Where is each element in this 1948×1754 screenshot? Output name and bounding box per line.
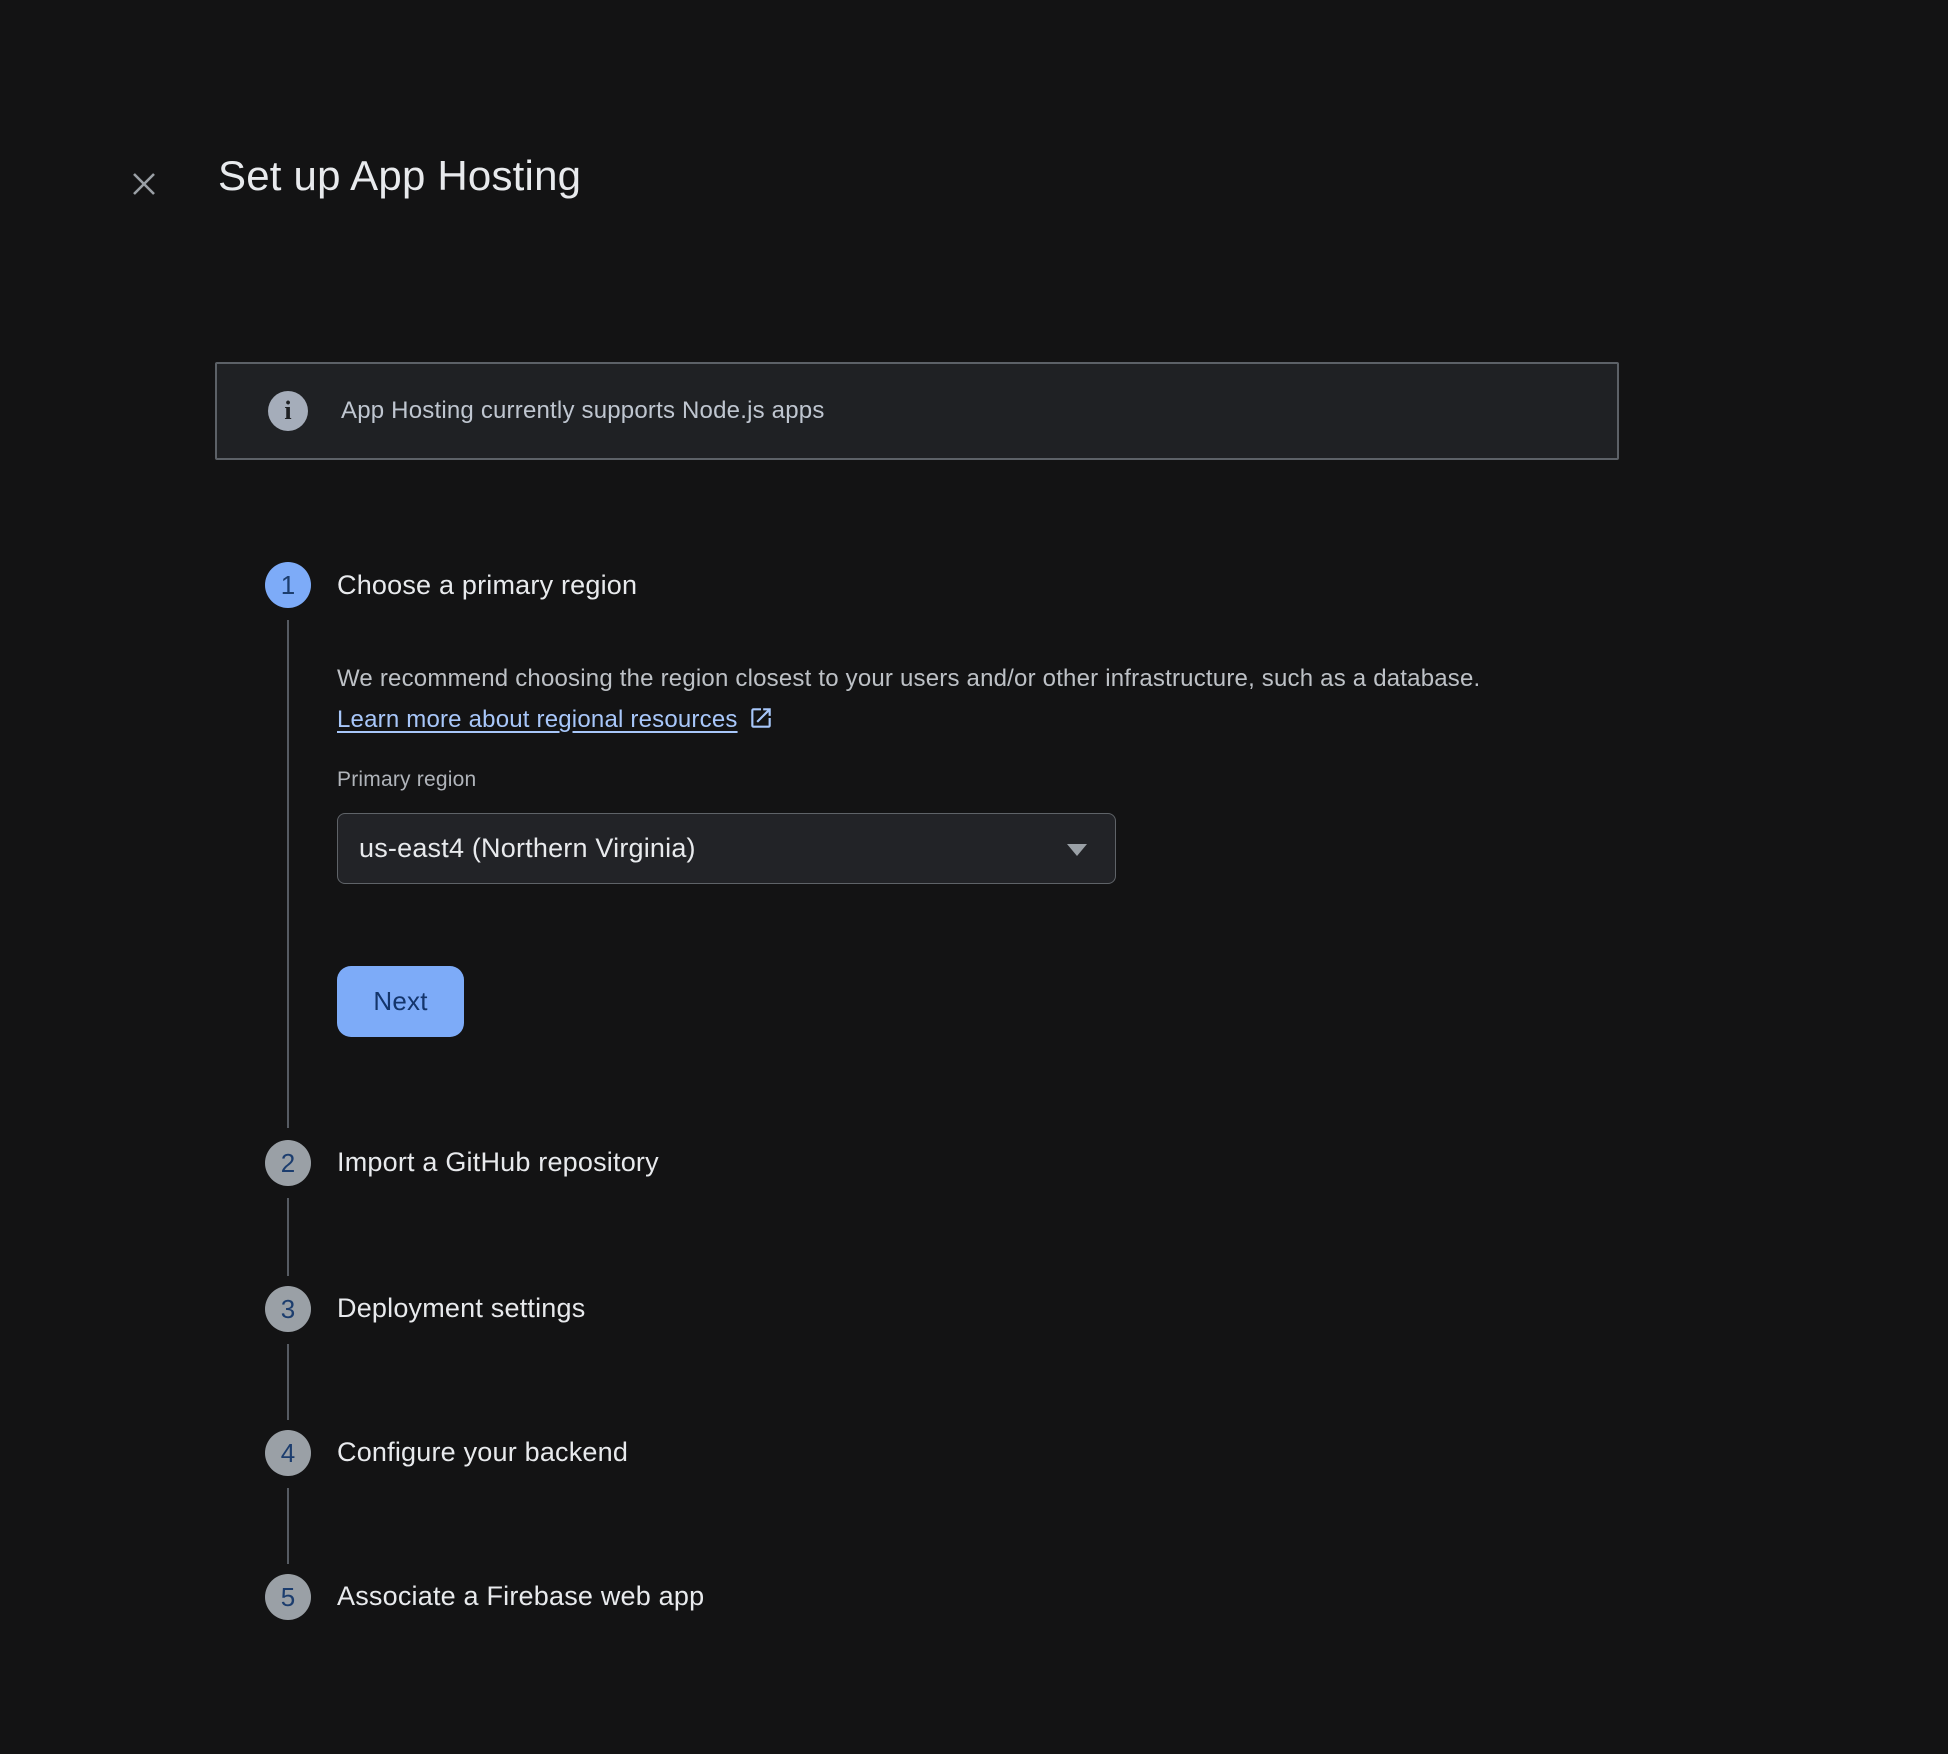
step-4-title: Configure your backend	[337, 1437, 628, 1468]
step-5-indicator: 5	[265, 1574, 311, 1620]
step-1-indicator: 1	[265, 562, 311, 608]
primary-region-label: Primary region	[337, 768, 476, 792]
step-connector	[287, 1198, 289, 1276]
close-icon	[127, 167, 161, 201]
step-1-title: Choose a primary region	[337, 570, 637, 601]
chevron-down-icon	[1067, 844, 1087, 856]
step-3-title: Deployment settings	[337, 1293, 585, 1324]
step-3-indicator: 3	[265, 1286, 311, 1332]
info-banner: i App Hosting currently supports Node.js…	[215, 362, 1619, 460]
next-button[interactable]: Next	[337, 966, 464, 1037]
learn-more-link[interactable]: Learn more about regional resources	[337, 706, 774, 733]
step-1-description: We recommend choosing the region closest…	[337, 658, 1542, 740]
step-connector	[287, 1488, 289, 1564]
step-2-title: Import a GitHub repository	[337, 1147, 659, 1178]
description-text: We recommend choosing the region closest…	[337, 665, 1480, 692]
step-2-indicator: 2	[265, 1140, 311, 1186]
info-icon: i	[268, 391, 308, 431]
close-button[interactable]	[122, 162, 166, 206]
step-5-title: Associate a Firebase web app	[337, 1581, 704, 1612]
info-banner-text: App Hosting currently supports Node.js a…	[341, 397, 825, 425]
primary-region-selected-value: us-east4 (Northern Virginia)	[359, 833, 696, 864]
external-link-icon	[738, 706, 774, 733]
step-4-indicator: 4	[265, 1430, 311, 1476]
learn-more-link-text: Learn more about regional resources	[337, 706, 738, 733]
step-connector	[287, 620, 289, 1128]
primary-region-select[interactable]: us-east4 (Northern Virginia)	[337, 813, 1116, 884]
step-connector	[287, 1344, 289, 1420]
page-title: Set up App Hosting	[218, 152, 581, 200]
setup-app-hosting-dialog: Set up App Hosting i App Hosting current…	[0, 0, 1948, 1754]
